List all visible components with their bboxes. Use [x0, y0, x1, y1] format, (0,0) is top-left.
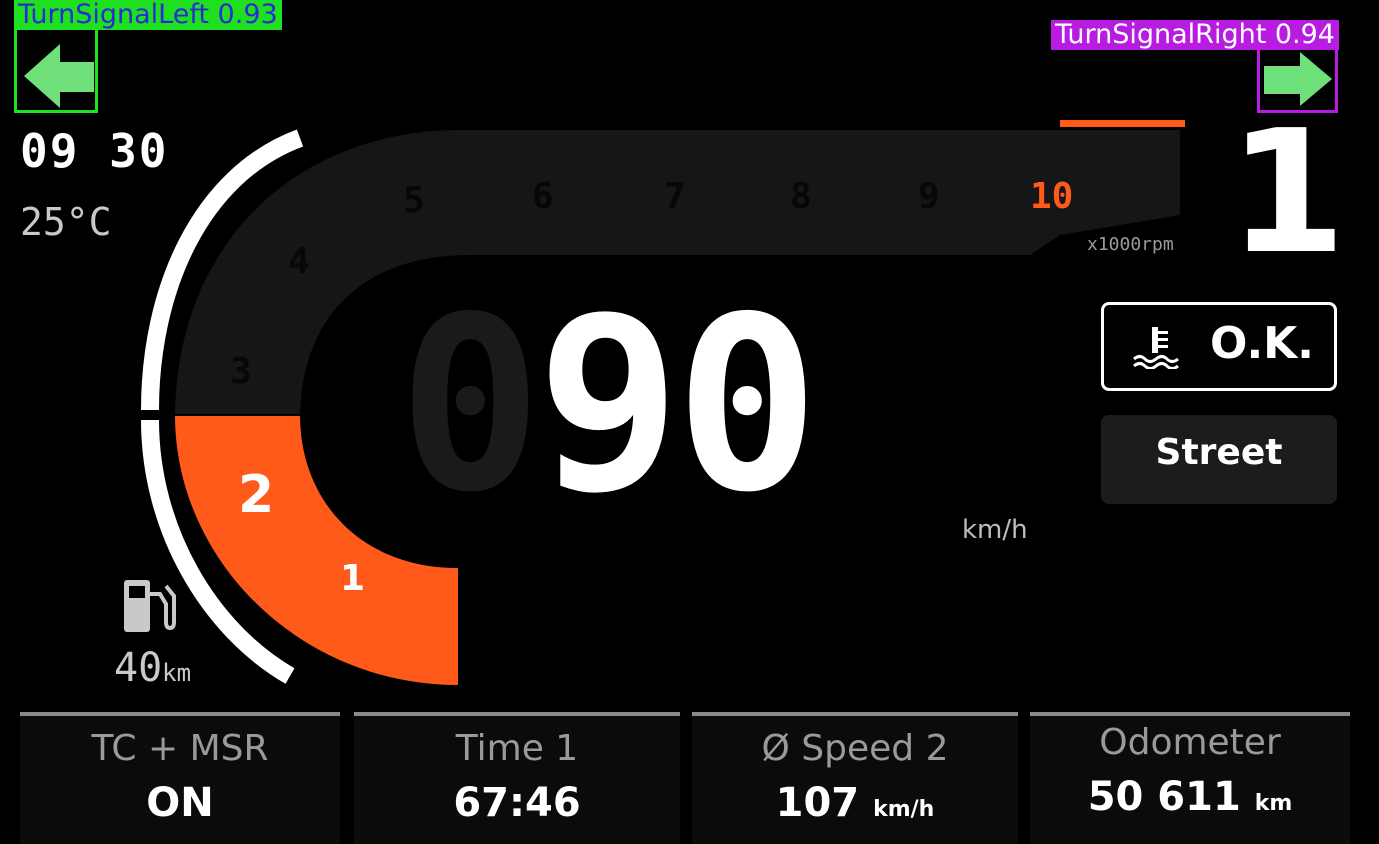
- fuel-range-unit: km: [162, 659, 192, 687]
- riding-mode-label: Street: [1155, 432, 1283, 473]
- speed-value: 90: [536, 265, 820, 545]
- info-cell-title: Time 1: [455, 728, 579, 769]
- speedometer: 090: [398, 280, 819, 530]
- info-cell-title: Odometer: [1099, 722, 1281, 763]
- info-cell-unit: km: [1254, 791, 1293, 816]
- info-cell-value: ON: [146, 780, 214, 826]
- info-cell-average-speed[interactable]: Ø Speed 2 107 km/h: [692, 712, 1018, 844]
- coolant-status-text: O.K.: [1210, 318, 1314, 369]
- rpm-tick-label: 7: [664, 176, 686, 217]
- redline-marker: [1060, 120, 1185, 127]
- rpm-tick-label: 10: [1030, 176, 1073, 217]
- fuel-pump-icon: [124, 580, 176, 632]
- rpm-tick-label: 5: [403, 180, 425, 221]
- info-cell-value: 50 611 km: [1087, 774, 1293, 820]
- rpm-tick-label: 9: [918, 176, 940, 217]
- info-cell-time[interactable]: Time 1 67:46: [354, 712, 680, 844]
- rpm-unit: x1000rpm: [1087, 234, 1174, 255]
- rpm-tick-label: 1: [340, 558, 365, 599]
- rpm-tick-label: 2: [238, 465, 274, 525]
- info-cell-value: 67:46: [453, 780, 581, 826]
- info-cell-value: 107 km/h: [775, 780, 935, 826]
- info-cell-traction-control[interactable]: TC + MSR ON: [20, 712, 340, 844]
- rpm-tick-label: 8: [790, 176, 812, 217]
- rpm-tick-label: 6: [532, 176, 554, 217]
- info-cell-unit: km/h: [873, 797, 935, 822]
- speed-unit: km/h: [962, 515, 1028, 545]
- rpm-tick-label: 3: [230, 351, 252, 392]
- info-cell-title: Ø Speed 2: [761, 728, 949, 769]
- fuel-range: 40km: [114, 645, 191, 691]
- gear-indicator: 1: [1228, 94, 1347, 292]
- info-cell-odometer[interactable]: Odometer 50 611 km: [1030, 712, 1350, 844]
- coolant-temperature-icon: [1133, 327, 1179, 369]
- speed-ghost-digit: 0: [398, 265, 542, 545]
- rpm-tick-label: 4: [288, 241, 310, 282]
- info-cell-title: TC + MSR: [91, 728, 269, 769]
- fuel-range-value: 40: [114, 645, 163, 691]
